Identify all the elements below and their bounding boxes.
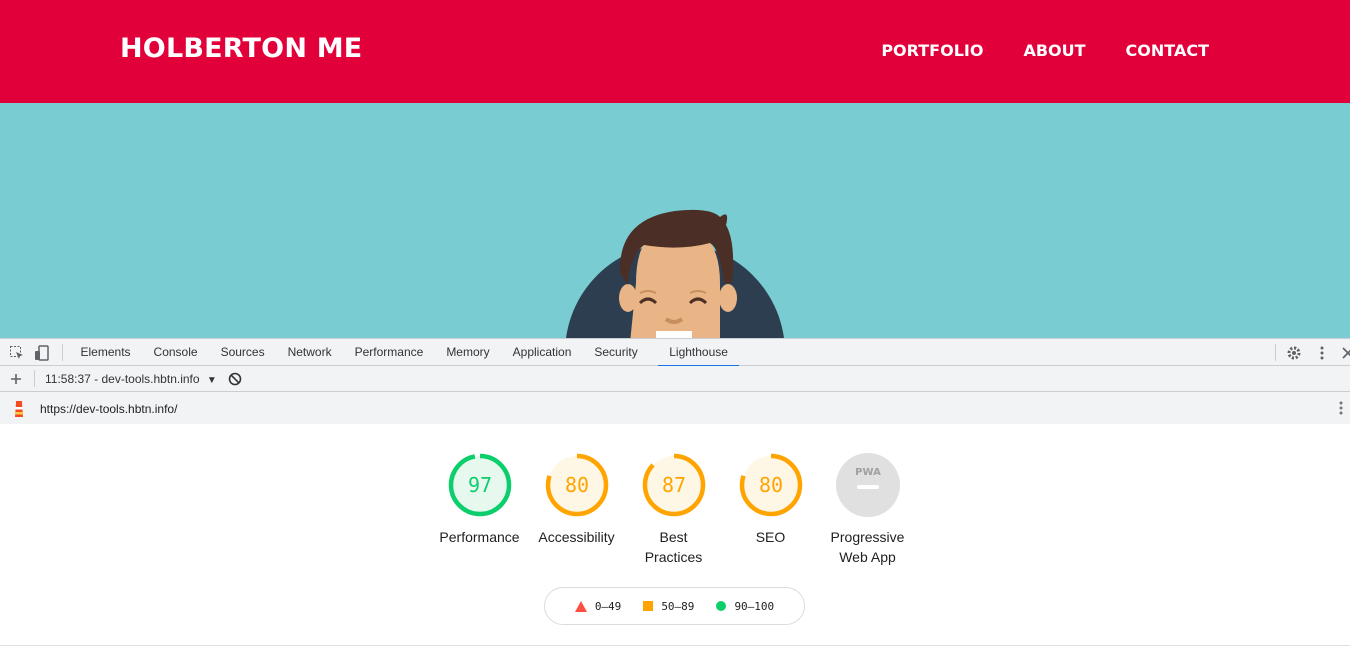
circle-icon <box>716 601 727 611</box>
score-gauge[interactable]: 87 Best Practices <box>625 452 722 567</box>
legend-range: 90–100 <box>734 599 775 613</box>
gauge-label: SEO <box>755 529 786 545</box>
score-legend: 0–49 50–89 90–100 <box>544 587 805 625</box>
tab-performance[interactable]: Performance <box>343 339 435 366</box>
legend-item-pass: 90–100 <box>716 600 774 613</box>
gauge-label: Accessibility <box>538 529 615 545</box>
hero-section <box>0 103 1350 338</box>
report-select-label: 11:58:37 - dev-tools.hbtn.info <box>45 372 200 386</box>
devtools-tabs: Elements Console Sources Network Perform… <box>69 339 740 367</box>
square-icon <box>643 601 654 611</box>
score-gauge[interactable]: 80 Accessibility <box>528 452 625 567</box>
devtools-tabbar: Elements Console Sources Network Perform… <box>0 339 1350 367</box>
avatar-illustration <box>566 209 784 338</box>
gauge-value: 80 <box>564 473 588 497</box>
nav-link-contact[interactable]: CONTACT <box>1126 41 1209 60</box>
triangle-icon <box>574 600 587 612</box>
toolbar-divider <box>1275 344 1276 361</box>
legend-range: 0–49 <box>594 599 622 613</box>
toolbar-divider <box>62 344 63 361</box>
site-brand[interactable]: HOLBERTON ME <box>120 33 362 64</box>
report-select[interactable]: 11:58:37 - dev-tools.hbtn.info ▼ <box>45 372 217 386</box>
gauge-label: Best Practices <box>644 529 703 565</box>
gauge-label: Performance <box>439 529 520 545</box>
report-url-row: https://dev-tools.hbtn.info/ <box>0 392 1350 424</box>
gauge-value: 97 <box>467 473 491 497</box>
pwa-badge-icon: PWA <box>835 453 900 517</box>
gauge-value: 87 <box>661 473 685 497</box>
tab-sources[interactable]: Sources <box>209 339 276 366</box>
score-gauges: 97 Performance 80 Accessibility 87 Best … <box>431 452 916 567</box>
toolbar-divider <box>34 370 35 387</box>
clear-icon[interactable] <box>227 371 243 387</box>
nav-link-about[interactable]: ABOUT <box>1023 41 1085 60</box>
device-toggle-icon[interactable] <box>34 345 50 361</box>
lighthouse-logo-icon <box>11 400 27 417</box>
devtools-panel: Elements Console Sources Network Perform… <box>0 338 1350 652</box>
site-nav: PORTFOLIO ABOUT CONTACT <box>881 41 1209 60</box>
gauge-ring: 80 <box>545 453 608 517</box>
pwa-gauge[interactable]: PWA Progressive Web App <box>819 452 916 567</box>
gauge-value: 80 <box>758 473 782 497</box>
close-icon[interactable] <box>1340 345 1350 361</box>
tab-lighthouse[interactable]: Lighthouse <box>657 339 740 367</box>
tab-console[interactable]: Console <box>142 339 209 366</box>
legend-item-fail: 0–49 <box>574 599 622 613</box>
report-url[interactable]: https://dev-tools.hbtn.info/ <box>40 402 177 416</box>
add-report-icon[interactable] <box>8 371 24 387</box>
legend-range: 50–89 <box>661 599 695 613</box>
lighthouse-toolbar: 11:58:37 - dev-tools.hbtn.info ▼ <box>0 366 1350 392</box>
gauge-ring: 97 <box>448 453 511 517</box>
legend-item-average: 50–89 <box>643 600 694 613</box>
tab-memory[interactable]: Memory <box>435 339 501 366</box>
more-vert-icon[interactable] <box>1314 345 1330 361</box>
settings-icon[interactable] <box>1286 345 1302 361</box>
dropdown-arrow-icon: ▼ <box>206 375 217 386</box>
pwa-badge-text: PWA <box>855 467 881 478</box>
tab-elements[interactable]: Elements <box>69 339 142 366</box>
score-gauge[interactable]: 80 SEO <box>722 452 819 567</box>
inspect-element-icon[interactable] <box>9 345 25 361</box>
tab-security[interactable]: Security <box>583 339 658 366</box>
gauge-ring: 87 <box>642 453 705 517</box>
nav-link-portfolio[interactable]: PORTFOLIO <box>881 41 983 60</box>
gauge-ring: 80 <box>739 453 802 517</box>
score-gauge[interactable]: 97 Performance <box>431 452 528 567</box>
more-vert-icon[interactable] <box>1333 400 1349 416</box>
divider <box>0 645 1350 646</box>
site-header: HOLBERTON ME PORTFOLIO ABOUT CONTACT <box>0 0 1350 103</box>
tab-application[interactable]: Application <box>501 339 583 366</box>
tab-network[interactable]: Network <box>276 339 343 366</box>
gauge-label: Progressive Web App <box>830 529 905 565</box>
